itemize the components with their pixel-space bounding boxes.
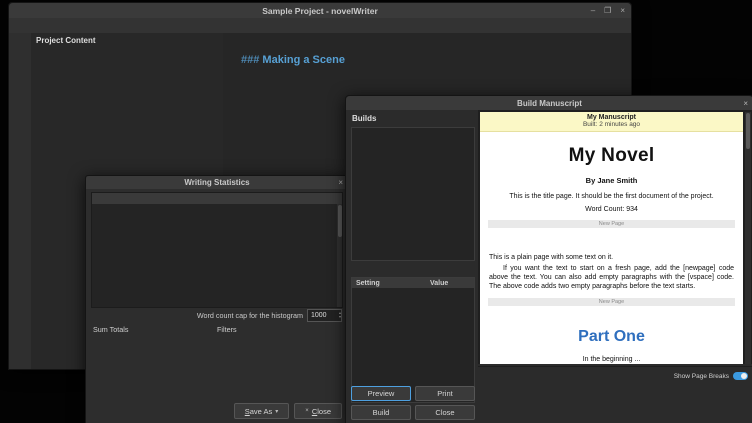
preview-button[interactable]: Preview xyxy=(351,386,411,401)
close-icon[interactable]: × xyxy=(620,6,625,15)
build-window-title: Build Manuscript xyxy=(517,99,582,108)
close-button[interactable]: ×Close xyxy=(294,403,342,419)
show-page-breaks-toggle[interactable] xyxy=(733,372,748,380)
sum-totals-group: Sum Totals xyxy=(93,325,211,403)
maximize-icon[interactable]: ❐ xyxy=(604,6,611,15)
settings-col-header[interactable]: Setting xyxy=(352,280,428,287)
word-count-cap-input[interactable]: 1000▴▾ xyxy=(307,309,342,322)
project-panel-title: Project Content xyxy=(36,36,218,45)
filters-group: Filters xyxy=(217,325,343,403)
build-titlebar[interactable]: Build Manuscript × xyxy=(346,96,752,110)
title-page-paragraph: This is the title page. It should be the… xyxy=(480,193,743,200)
builds-header: Builds xyxy=(352,114,472,123)
manuscript-preview: My Manuscript Built: 2 minutes ago My No… xyxy=(478,110,752,364)
build-manuscript-window: Build Manuscript × Builds Setting Value … xyxy=(345,95,752,423)
window-title: Sample Project - novelWriter xyxy=(262,6,378,16)
banner-build-time: Built: 2 minutes ago xyxy=(480,121,743,128)
word-count-cap-label: Word count cap for the histogram xyxy=(197,311,303,320)
preview-scrollbar[interactable] xyxy=(745,112,751,364)
left-toolbar xyxy=(9,33,32,369)
builds-list xyxy=(351,127,475,261)
writing-statistics-dialog: Writing Statistics × Word count cap for … xyxy=(85,175,349,423)
sum-totals-title: Sum Totals xyxy=(93,325,211,334)
new-page-separator: New Page xyxy=(488,220,735,228)
show-page-breaks-label: Show Page Breaks xyxy=(674,373,729,380)
main-titlebar[interactable]: Sample Project - novelWriter – ❐ × xyxy=(9,3,631,18)
menu-bar xyxy=(9,18,631,34)
close-x-icon: × xyxy=(305,408,309,414)
novel-title: My Novel xyxy=(480,145,743,167)
save-as-button[interactable]: Save As▾ xyxy=(234,403,290,419)
value-col-header[interactable]: Value xyxy=(428,280,474,287)
build-stats-footer: Show Page Breaks xyxy=(478,366,752,423)
scene-heading: ### Making a Scene xyxy=(241,54,629,66)
sessions-table xyxy=(91,192,343,308)
close-icon[interactable]: × xyxy=(338,178,343,187)
preview-page: My Manuscript Built: 2 minutes ago My No… xyxy=(480,112,743,364)
editor-header xyxy=(223,33,631,47)
part-subtitle: In the beginning ... xyxy=(480,356,743,363)
part-heading: Part One xyxy=(480,328,743,346)
plain-page-paragraph-1: This is a plain page with some text on i… xyxy=(489,254,734,261)
spinner-arrows-icon[interactable]: ▴▾ xyxy=(339,311,341,319)
build-button[interactable]: Build xyxy=(351,405,411,420)
minimize-icon[interactable]: – xyxy=(591,6,595,15)
novel-byline: By Jane Smith xyxy=(480,176,743,185)
print-button[interactable]: Print xyxy=(415,386,475,401)
plain-page-paragraph-2: If you want the text to start on a fresh… xyxy=(489,264,734,291)
build-info-banner: My Manuscript Built: 2 minutes ago xyxy=(480,112,743,132)
dropdown-arrow-icon: ▾ xyxy=(275,408,278,415)
sessions-table-header[interactable] xyxy=(92,193,342,204)
close-button[interactable]: Close xyxy=(415,405,475,420)
filters-title: Filters xyxy=(217,325,343,334)
close-icon[interactable]: × xyxy=(743,99,748,108)
stats-titlebar[interactable]: Writing Statistics × xyxy=(86,176,348,189)
build-sidebar: Builds Setting Value Preview Print Build… xyxy=(346,110,478,423)
new-page-separator: New Page xyxy=(488,298,735,306)
banner-build-name: My Manuscript xyxy=(480,114,743,121)
stats-dialog-title: Writing Statistics xyxy=(184,178,249,187)
word-count-cap-row: Word count cap for the histogram 1000▴▾ xyxy=(197,309,342,321)
word-count-line: Word Count: 934 xyxy=(480,206,743,213)
build-settings-table: Setting Value xyxy=(351,277,475,403)
project-panel-header: Project Content xyxy=(31,33,223,47)
desktop: Sample Project - novelWriter – ❐ × Proje… xyxy=(0,0,752,423)
table-scrollbar[interactable] xyxy=(337,204,342,307)
